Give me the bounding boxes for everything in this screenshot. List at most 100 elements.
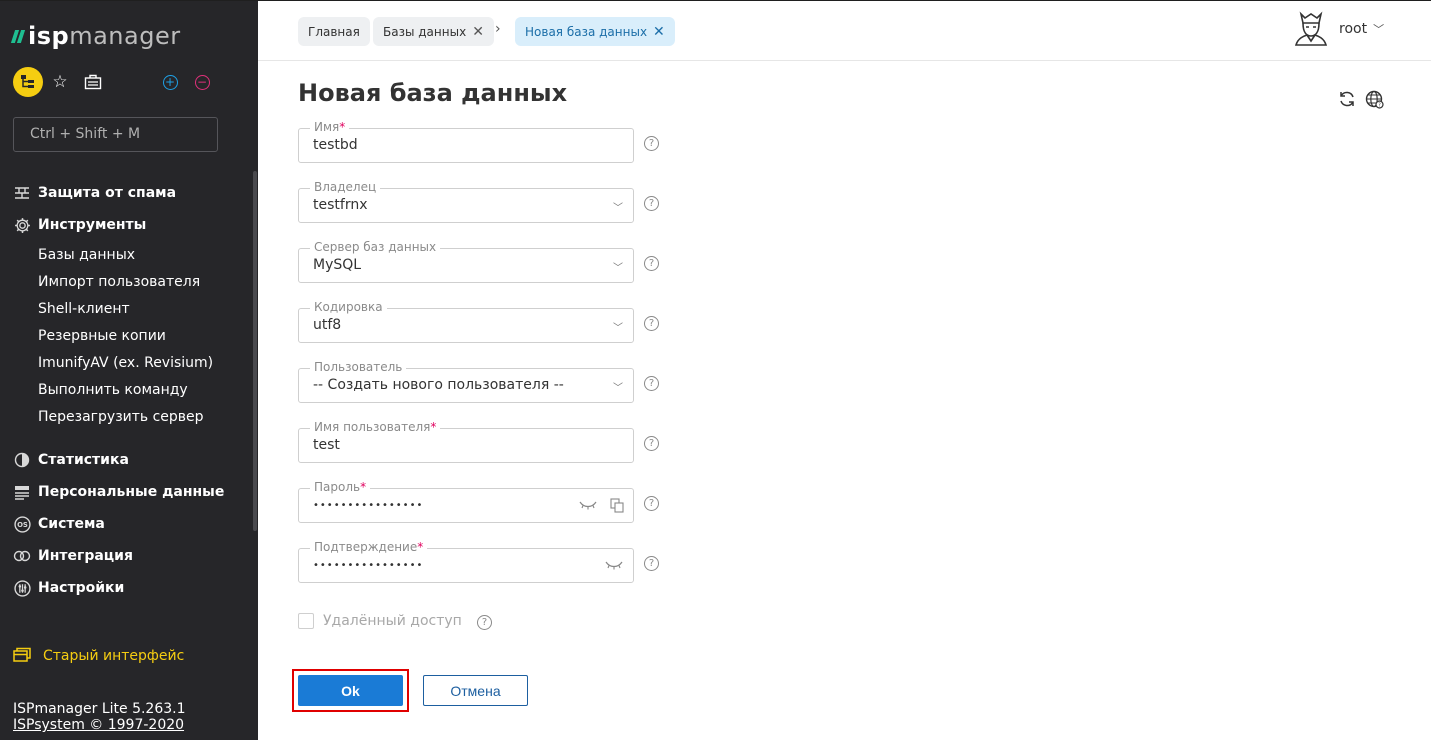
sidebar-item-label: Интеграция [38, 548, 133, 564]
chevron-down-icon: ﹀ [613, 263, 623, 274]
chevron-down-icon: ﹀ [613, 323, 623, 334]
required-mark: * [430, 420, 437, 434]
sidebar-item-label: Защита от спама [38, 185, 177, 201]
sidebar-item-label: Статистика [38, 452, 129, 468]
chevron-down-icon: ﹀ [613, 383, 623, 394]
copyright-link[interactable]: ISPsystem © 1997-2020 [13, 717, 186, 733]
sidebar-item-statistics[interactable]: Статистика [13, 444, 253, 476]
old-interface-icon [13, 647, 31, 665]
sidebar-menu: Защита от спама Инструменты Базы данных … [13, 177, 253, 604]
svg-text:OS: OS [17, 521, 28, 529]
sidebar-item-label: Инструменты [38, 217, 147, 233]
globe-help-icon[interactable]: ? [1364, 89, 1384, 109]
db-server-value: MySQL [313, 257, 362, 273]
db-server-select[interactable]: Сервер баз данных MySQL ﹀ [298, 240, 634, 283]
os-icon: OS [13, 515, 31, 533]
favorites-star-icon[interactable]: ☆ [51, 67, 69, 97]
user-name: root [1339, 21, 1368, 37]
help-icon[interactable]: ? [644, 376, 659, 391]
help-icon[interactable]: ? [644, 316, 659, 331]
sidebar-scrollbar[interactable] [253, 171, 257, 531]
briefcase-icon[interactable] [83, 67, 103, 97]
remote-access-checkbox[interactable] [298, 613, 314, 629]
gear-icon [13, 216, 31, 234]
refresh-icon[interactable] [1337, 89, 1357, 109]
user-select[interactable]: Пользователь -- Создать нового пользоват… [298, 360, 634, 403]
help-icon[interactable]: ? [477, 615, 492, 630]
sidebar-subitem-shell-client[interactable]: Shell-клиент [13, 295, 253, 322]
password-field[interactable]: Пароль* •••••••••••••••• [298, 480, 634, 523]
ok-button[interactable]: Ok [298, 675, 403, 706]
owner-select[interactable]: Владелец testfrnx ﹀ [298, 180, 634, 223]
sidebar-item-integration[interactable]: Интеграция [13, 540, 253, 572]
generate-password-icon[interactable] [610, 498, 624, 517]
sidebar-item-label: Настройки [38, 580, 125, 596]
remote-access-row: Удалённый доступ [298, 613, 462, 629]
breadcrumb-label: Главная [308, 24, 360, 39]
sidebar-item-personal-data[interactable]: Персональные данные [13, 476, 253, 508]
collapse-all-icon[interactable]: − [193, 67, 211, 97]
help-icon[interactable]: ? [644, 556, 659, 571]
page-title: Новая база данных [298, 79, 568, 107]
eye-closed-icon[interactable] [579, 499, 597, 515]
user-menu[interactable]: root ﹀ [1293, 11, 1384, 47]
password-value: •••••••••••••••• [313, 500, 424, 511]
quick-actions: ☆ + − [13, 67, 223, 97]
user-value: -- Создать нового пользователя -- [313, 377, 564, 393]
sliders-icon [13, 579, 31, 597]
sidebar-item-spam-protection[interactable]: Защита от спама [13, 177, 253, 209]
username-label: Имя пользователя [314, 420, 431, 434]
help-icon[interactable]: ? [644, 136, 659, 151]
main-menu-button[interactable] [13, 67, 43, 97]
menu-search-input[interactable]: Ctrl + Shift + M [13, 117, 218, 152]
owner-value: testfrnx [313, 197, 368, 213]
charset-label: Кодировка [310, 300, 387, 314]
sidebar-subitem-run-command[interactable]: Выполнить команду [13, 376, 253, 403]
old-interface-link[interactable]: Старый интерфейс [13, 647, 184, 665]
app-logo[interactable]: ispmanager [10, 21, 181, 51]
sidebar-subitem-user-import[interactable]: Импорт пользователя [13, 268, 253, 295]
breadcrumb-label: Новая база данных [525, 24, 648, 39]
help-icon[interactable]: ? [644, 256, 659, 271]
logo-mark-icon [10, 29, 26, 43]
tree-menu-icon [21, 75, 34, 88]
logo-text-rest: manager [69, 22, 181, 50]
close-icon[interactable]: ✕ [653, 24, 665, 40]
sidebar-footer: ISPmanager Lite 5.263.1 ISPsystem © 1997… [13, 701, 186, 733]
expand-all-icon[interactable]: + [161, 67, 179, 97]
breadcrumb-databases[interactable]: Базы данных ✕ [373, 17, 494, 46]
sidebar-subitem-imunifyav[interactable]: ImunifyAV (ex. Revisium) [13, 349, 253, 376]
db-server-label: Сервер баз данных [310, 240, 441, 254]
password-confirm-field[interactable]: Подтверждение* •••••••••••••••• [298, 540, 634, 583]
confirm-value: •••••••••••••••• [313, 560, 424, 571]
sidebar-subitem-databases[interactable]: Базы данных [13, 241, 253, 268]
cancel-button[interactable]: Отмена [423, 675, 528, 706]
owner-label: Владелец [310, 180, 381, 194]
help-icon[interactable]: ? [644, 496, 659, 511]
breadcrumb-label: Базы данных [383, 24, 467, 39]
close-icon[interactable]: ✕ [472, 24, 484, 40]
sidebar-item-settings[interactable]: Настройки [13, 572, 253, 604]
firewall-icon [13, 184, 31, 202]
sidebar-item-tools[interactable]: Инструменты [13, 209, 253, 241]
breadcrumb-new-database[interactable]: Новая база данных ✕ [515, 17, 675, 46]
id-card-icon [13, 483, 31, 501]
top-bar: Главная Базы данных ✕ › Новая база данны… [258, 1, 1431, 61]
sidebar-item-label: Персональные данные [38, 484, 225, 500]
sidebar-item-system[interactable]: OS Система [13, 508, 253, 540]
sidebar-subitem-reboot-server[interactable]: Перезагрузить сервер [13, 403, 253, 430]
breadcrumb-home[interactable]: Главная [298, 17, 370, 46]
user-label: Пользователь [310, 360, 407, 374]
sidebar-subitem-backups[interactable]: Резервные копии [13, 322, 253, 349]
help-icon[interactable]: ? [644, 436, 659, 451]
name-field[interactable]: Имя* testbd [298, 120, 634, 163]
charset-select[interactable]: Кодировка utf8 ﹀ [298, 300, 634, 343]
required-mark: * [417, 540, 424, 554]
help-icon[interactable]: ? [644, 196, 659, 211]
username-field[interactable]: Имя пользователя* test [298, 420, 634, 463]
old-interface-label: Старый интерфейс [43, 648, 185, 664]
logo-text-bold: isp [28, 22, 70, 50]
version-text: ISPmanager Lite 5.263.1 [13, 701, 186, 717]
link-icon [13, 547, 31, 565]
eye-closed-icon[interactable] [605, 559, 623, 575]
